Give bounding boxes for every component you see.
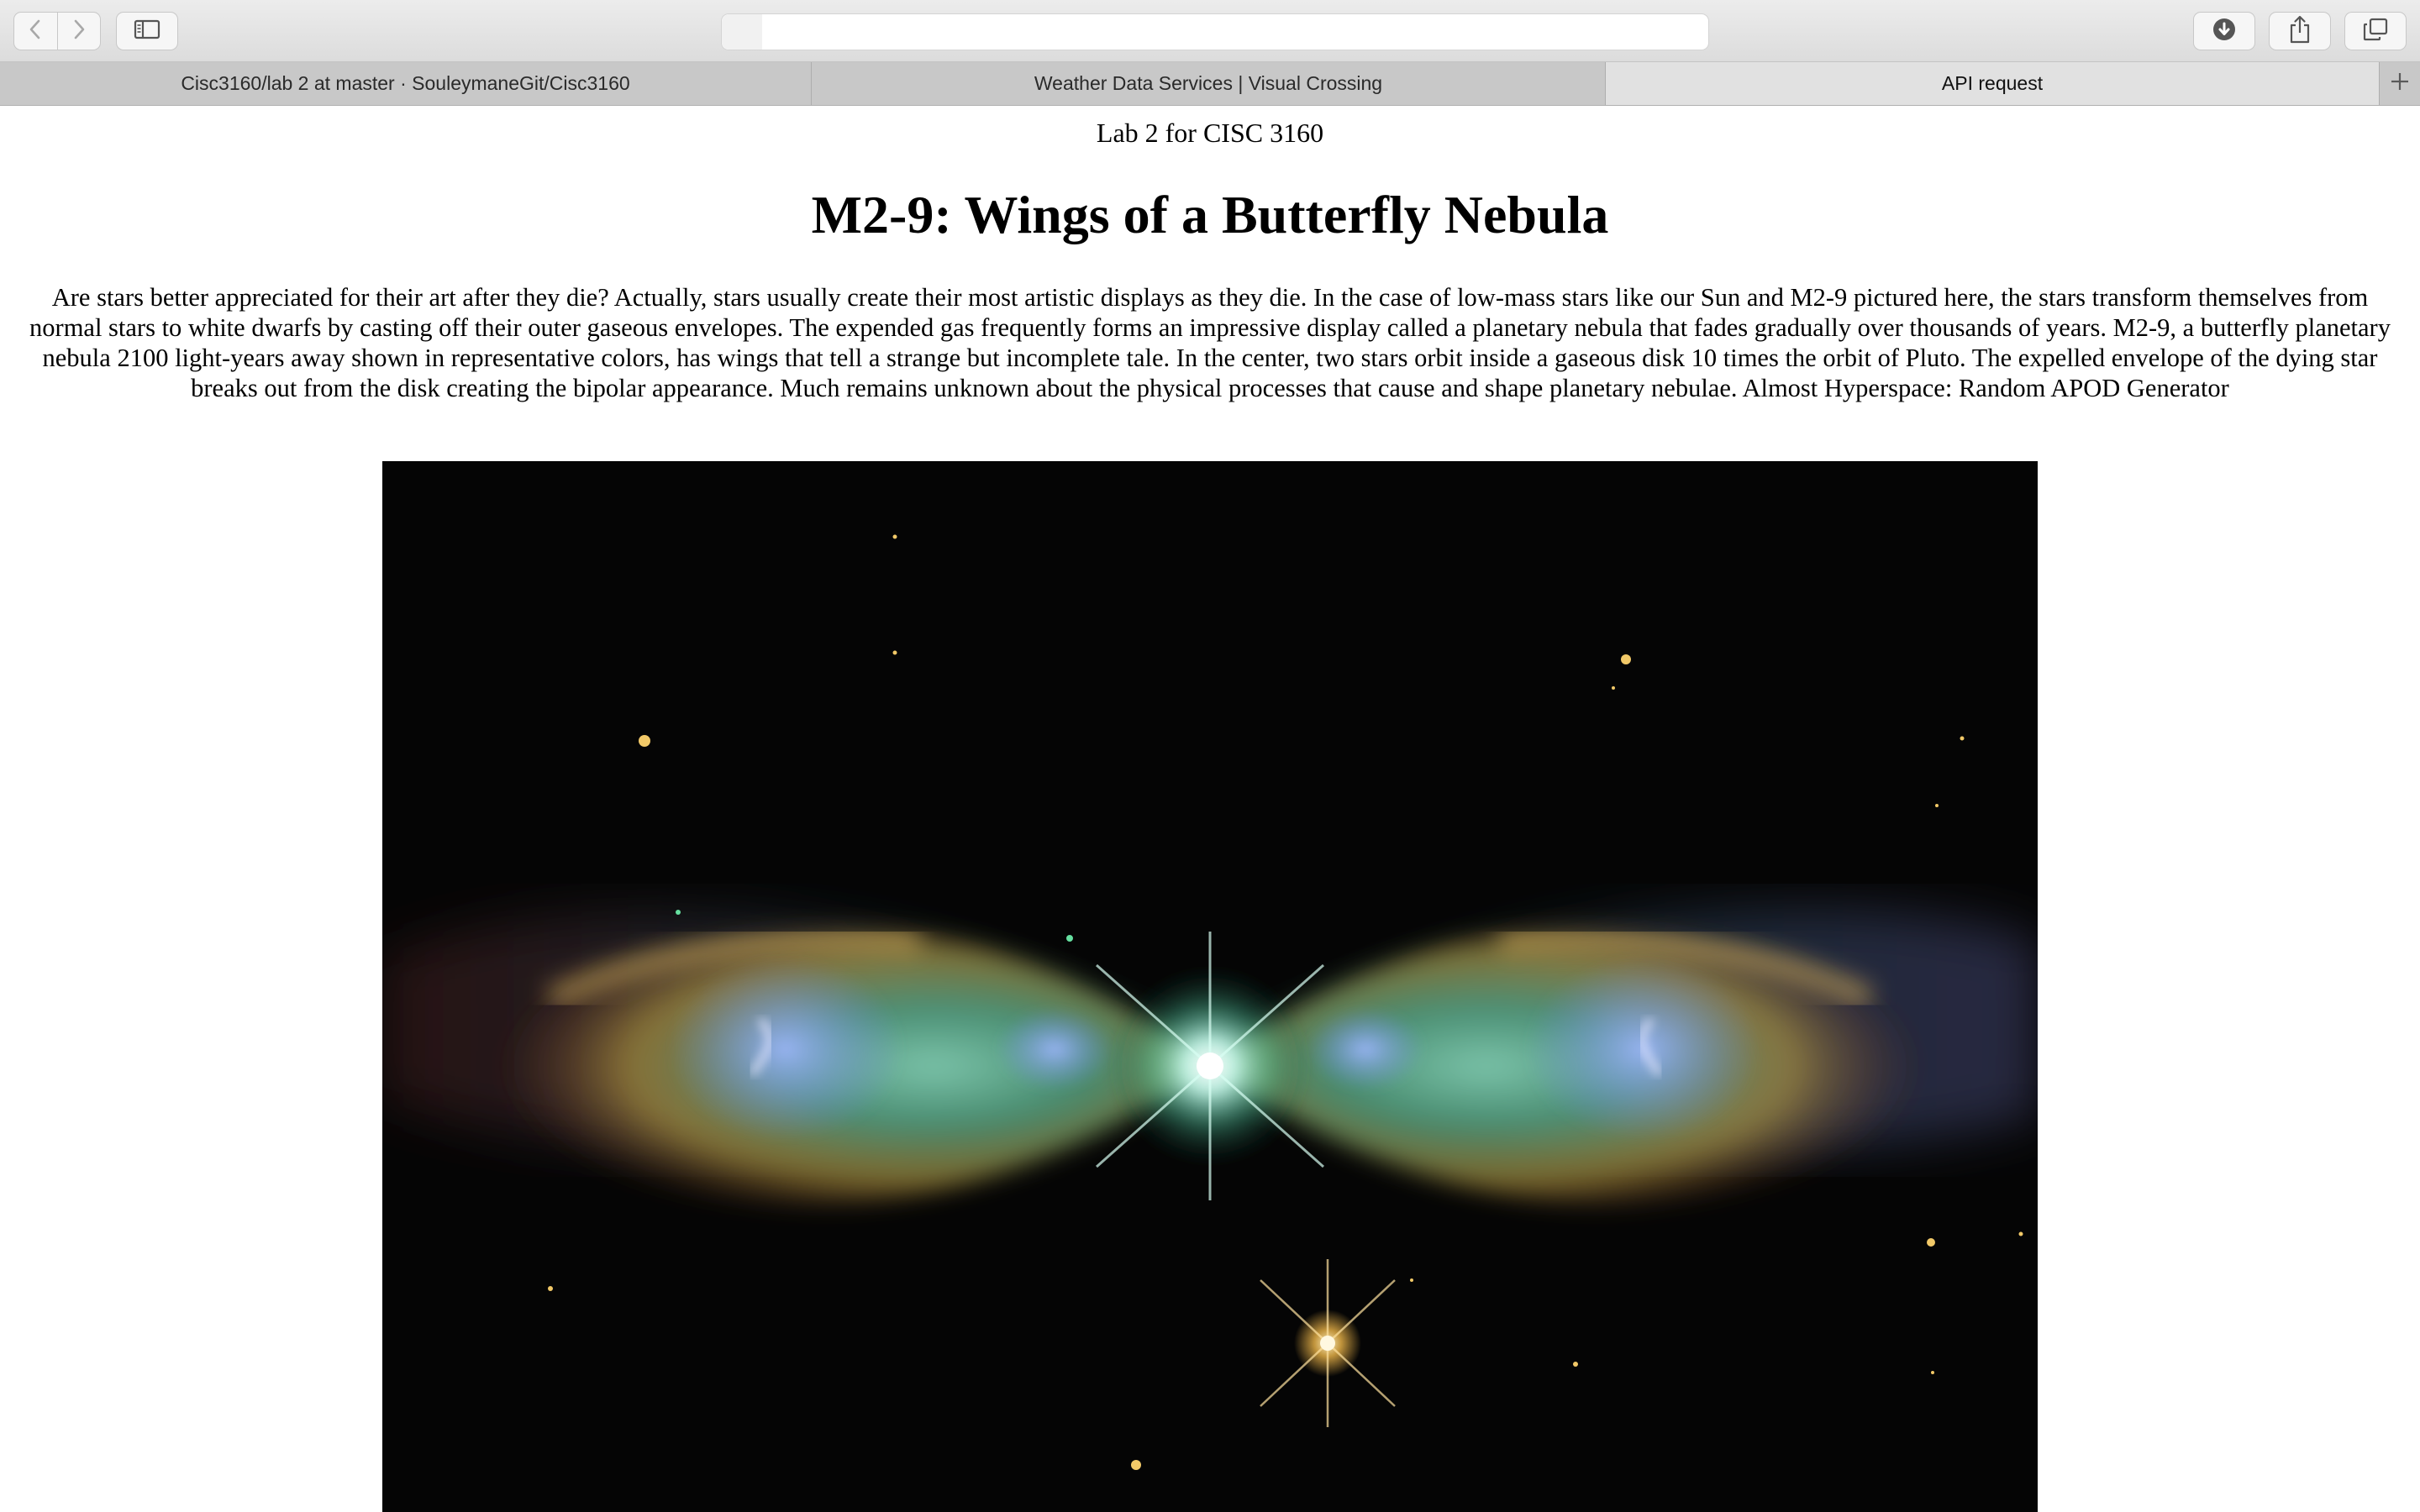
tab-api-request[interactable]: API request [1606,62,2380,105]
address-bar [721,13,1709,51]
tab-weather-data-services[interactable]: Weather Data Services | Visual Crossing [812,62,1606,105]
back-button[interactable] [14,13,57,50]
butterfly-nebula-picture [382,461,2038,1512]
browser-toolbar [0,0,2420,62]
downloads-button[interactable] [2193,12,2255,50]
download-icon [2212,17,2237,46]
sidebar-icon [134,19,160,44]
forward-button[interactable] [56,13,101,50]
tab-label: Weather Data Services | Visual Crossing [1034,72,1383,94]
tab-bar: Cisc3160/lab 2 at master · SouleymaneGit… [0,62,2420,106]
plus-icon [2390,71,2410,96]
address-bar-left-segment [722,14,762,50]
chevron-right-icon [71,18,87,45]
url-input[interactable] [762,14,1707,51]
chevron-left-icon [27,18,44,45]
sidebar-button[interactable] [116,12,178,50]
tabs-overview-icon [2363,18,2388,45]
navigation-buttons [13,12,101,50]
new-tab-button[interactable] [2380,62,2420,105]
page-title: M2-9: Wings of a Butterfly Nebula [811,185,1609,244]
share-icon [2288,15,2312,48]
tabs-overview-button[interactable] [2344,12,2407,50]
share-button[interactable] [2269,12,2331,50]
tab-github-repo[interactable]: Cisc3160/lab 2 at master · SouleymaneGit… [0,62,812,105]
apod-image [382,461,2038,1512]
page-header: Lab 2 for CISC 3160 [1096,118,1324,148]
tab-label: API request [1941,72,2044,94]
web-page: Lab 2 for CISC 3160 M2-9: Wings of a But… [0,106,2420,1512]
tab-label: Cisc3160/lab 2 at master · SouleymaneGit… [181,72,630,94]
apod-explanation: Are stars better appreciated for their a… [29,283,2391,402]
